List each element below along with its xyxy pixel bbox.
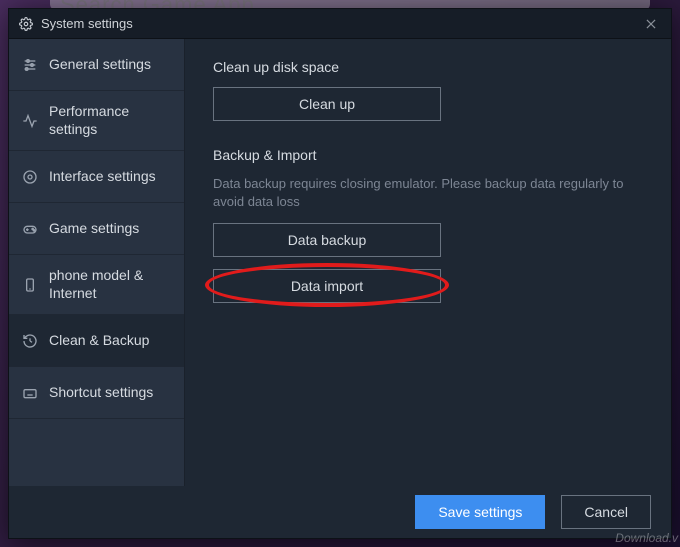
content-pane: Clean up disk space Clean up Backup & Im… bbox=[185, 39, 671, 486]
data-import-button[interactable]: Data import bbox=[213, 269, 441, 303]
watermark: Download.v bbox=[615, 531, 678, 545]
close-button[interactable] bbox=[641, 14, 661, 34]
sidebar-item-clean-backup[interactable]: Clean & Backup bbox=[9, 315, 184, 367]
sidebar-item-label: Performance settings bbox=[49, 103, 172, 138]
sidebar-item-performance[interactable]: Performance settings bbox=[9, 91, 184, 151]
backup-hint: Data backup requires closing emulator. P… bbox=[213, 175, 643, 211]
history-icon bbox=[21, 332, 39, 350]
pulse-icon bbox=[21, 112, 39, 130]
highlight-annotation: Data import bbox=[213, 269, 441, 303]
system-settings-dialog: System settings General settings bbox=[8, 8, 672, 539]
dialog-body: General settings Performance settings In… bbox=[9, 39, 671, 486]
keyboard-icon bbox=[21, 384, 39, 402]
titlebar: System settings bbox=[9, 9, 671, 39]
gamepad-icon bbox=[21, 220, 39, 238]
sidebar-item-label: Game settings bbox=[49, 220, 139, 238]
clean-up-button[interactable]: Clean up bbox=[213, 87, 441, 121]
sidebar-item-label: Interface settings bbox=[49, 168, 156, 186]
clean-section-title: Clean up disk space bbox=[213, 59, 643, 75]
sidebar-item-game[interactable]: Game settings bbox=[9, 203, 184, 255]
backup-section-title: Backup & Import bbox=[213, 147, 643, 163]
sidebar-item-phone[interactable]: phone model & Internet bbox=[9, 255, 184, 315]
sidebar-item-label: General settings bbox=[49, 56, 151, 74]
data-backup-button[interactable]: Data backup bbox=[213, 223, 441, 257]
cancel-button[interactable]: Cancel bbox=[561, 495, 651, 529]
sidebar-item-general[interactable]: General settings bbox=[9, 39, 184, 91]
gear-icon bbox=[21, 168, 39, 186]
dialog-title: System settings bbox=[41, 16, 133, 31]
save-settings-button[interactable]: Save settings bbox=[415, 495, 545, 529]
gear-icon bbox=[19, 17, 33, 31]
sidebar: General settings Performance settings In… bbox=[9, 39, 185, 486]
sidebar-item-label: Clean & Backup bbox=[49, 332, 149, 350]
sidebar-item-label: Shortcut settings bbox=[49, 384, 153, 402]
dialog-footer: Save settings Cancel bbox=[9, 486, 671, 538]
sidebar-item-label: phone model & Internet bbox=[49, 267, 172, 302]
sliders-icon bbox=[21, 56, 39, 74]
phone-icon bbox=[21, 276, 39, 294]
sidebar-item-shortcut[interactable]: Shortcut settings bbox=[9, 367, 184, 419]
sidebar-item-interface[interactable]: Interface settings bbox=[9, 151, 184, 203]
